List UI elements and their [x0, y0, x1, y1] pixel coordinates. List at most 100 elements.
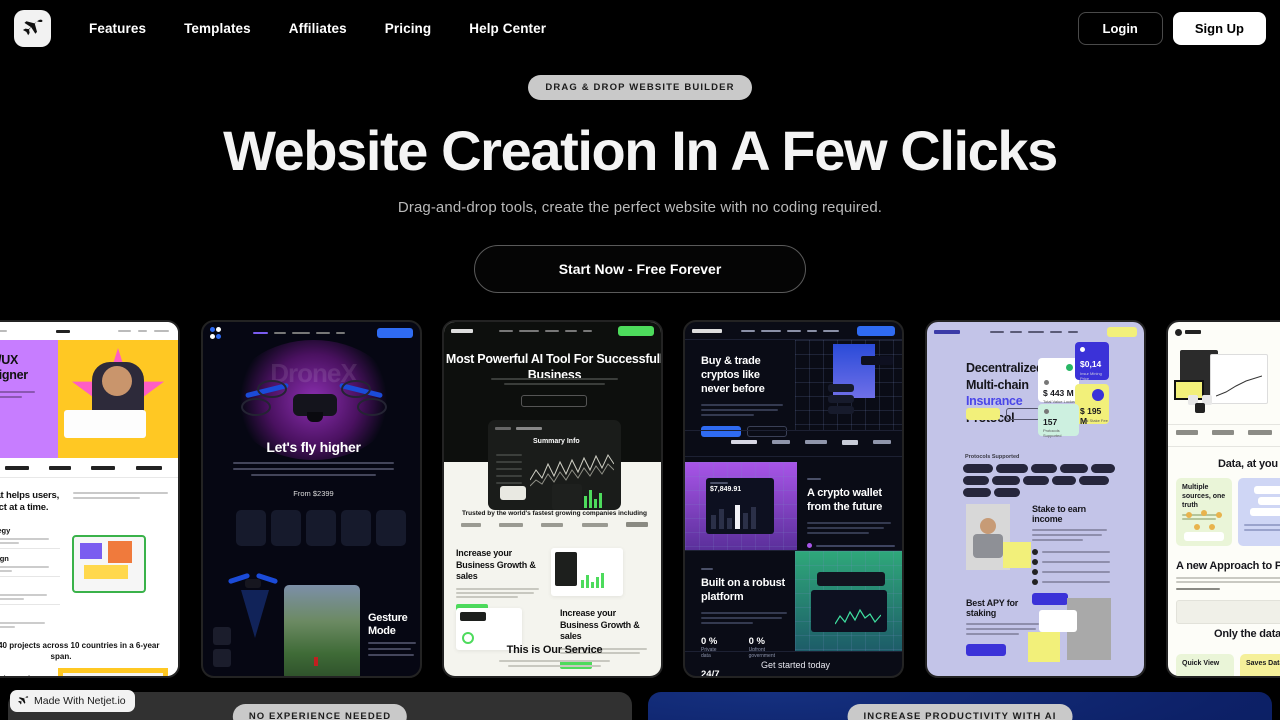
only-heading: Only the data	[1214, 628, 1280, 640]
price-label: From $2399	[293, 489, 334, 498]
template-headline: ative UI/UX raction igner	[0, 353, 28, 382]
template-card-ai-business[interactable]: Most Powerful AI Tool For Successfull Bu…	[442, 320, 663, 678]
drone-illustration	[241, 374, 387, 434]
template-card-crypto[interactable]: Buy & trade cryptos like never before $7…	[683, 320, 904, 678]
template-gallery: ative UI/UX raction igner	[0, 320, 1280, 678]
footer-cta: Get started today	[760, 660, 831, 670]
no-experience-badge: NO EXPERIENCE NEEDED	[232, 704, 408, 720]
list-item	[963, 488, 991, 497]
feature-card: Quick View	[1176, 654, 1234, 676]
brand-logos	[444, 522, 661, 527]
list-item	[1023, 476, 1049, 485]
preview-cta-button	[521, 395, 587, 407]
list-item	[992, 476, 1020, 485]
nav-item-affiliates[interactable]: Affiliates	[289, 21, 347, 36]
stat-item: 24/7 Dedicated support	[701, 669, 720, 676]
list-item	[376, 510, 406, 546]
drone-beam	[241, 590, 269, 638]
signup-button[interactable]: Sign Up	[1172, 11, 1266, 45]
section-heading: Increase your Business Growth & sales	[456, 548, 536, 582]
start-now-button[interactable]: Start Now - Free Forever	[474, 245, 806, 294]
template-preview: ative UI/UX raction igner	[0, 322, 178, 676]
stake-heading: Stake to earn income	[1032, 504, 1086, 524]
section-heading: Increase your Business Growth & sales	[559, 608, 640, 642]
feature-card: Multiple sources, one truth	[1176, 478, 1232, 546]
kpi-card: $ 195 M Total Stake Fee	[1075, 384, 1109, 426]
dashboard-title: Summary Info	[533, 438, 580, 445]
logo-button[interactable]	[14, 9, 51, 47]
stat-line: Features 40 projects across 10 countries…	[0, 640, 160, 661]
mini-nav	[927, 322, 1144, 342]
feature-card: Saves Data	[1240, 654, 1280, 676]
trusted-line: Trusted by the world's fastest growing c…	[461, 510, 647, 517]
sparkline	[835, 608, 881, 625]
mini-nav	[444, 322, 661, 340]
list-item	[1060, 464, 1088, 473]
template-card-uiux[interactable]: ative UI/UX raction igner	[0, 320, 180, 678]
preview-hero: ative UI/UX raction igner	[0, 340, 178, 458]
nav-item-pricing[interactable]: Pricing	[385, 21, 431, 36]
template-card-dronex[interactable]: DroneX Let's fly higher From $2399 Gestu…	[201, 320, 422, 678]
brand-logos	[685, 440, 902, 445]
nav-links: Features Templates Affiliates Pricing He…	[89, 21, 584, 36]
brand-logos	[1176, 430, 1280, 435]
kpi-card: $0,14 Insur Mining Price	[1075, 342, 1109, 381]
nav-item-features[interactable]: Features	[89, 21, 146, 36]
nav-item-help-center[interactable]: Help Center	[469, 21, 546, 36]
login-button[interactable]: Login	[1077, 11, 1163, 45]
list-item	[1031, 464, 1057, 473]
list-item: Design strategy	[0, 521, 60, 549]
brand-logos	[0, 458, 178, 478]
list-item	[1079, 476, 1109, 485]
scene-photo	[284, 585, 360, 676]
approach-heading: A new Approach to Plat	[1176, 560, 1280, 572]
made-with-badge[interactable]: Made With Netjet.io	[10, 690, 135, 712]
preview-primary-button	[701, 426, 741, 438]
list-item: Website design	[0, 549, 60, 577]
hero-subtitle: Drag-and-drop tools, create the perfect …	[397, 199, 883, 217]
jet-plane-icon	[17, 695, 29, 707]
made-with-label: Made With Netjet.io	[34, 695, 126, 707]
template-preview: DroneX Let's fly higher From $2399 Gestu…	[203, 322, 420, 676]
list-item	[1091, 464, 1115, 473]
feature-list	[236, 510, 406, 546]
list-item	[236, 510, 266, 546]
stat-item: 0 % Private data	[701, 636, 718, 660]
template-card-data-platform[interactable]: Data, at you Multiple sources, one truth	[1166, 320, 1280, 678]
template-preview: Buy & trade cryptos like never before $7…	[685, 322, 902, 676]
nav-item-templates[interactable]: Templates	[184, 21, 251, 36]
service-heading: This is Our Service	[506, 644, 603, 656]
list-item	[996, 464, 1028, 473]
list-item	[994, 488, 1020, 497]
mini-nav	[1168, 322, 1280, 342]
apy-heading: Best APY for staking	[966, 598, 1019, 618]
protocol-chip-list	[963, 464, 1115, 497]
platform-heading: Built on a robust platform	[701, 577, 785, 604]
nav-actions: Login Sign Up	[1077, 11, 1266, 45]
bottom-panel-right: INCREASE PRODUCTIVITY WITH AI	[648, 692, 1272, 720]
feature-card	[1238, 478, 1280, 546]
template-preview: Decentralized Multi-chain Insurance Prot…	[927, 322, 1144, 676]
line-chart	[1216, 375, 1262, 397]
list-item: Branding	[0, 605, 60, 632]
top-navigation-bar: Features Templates Affiliates Pricing He…	[0, 0, 1280, 56]
template-card-defi-insurance[interactable]: Decentralized Multi-chain Insurance Prot…	[925, 320, 1146, 678]
kpi-card: 157 Protocols Supported	[1038, 404, 1079, 438]
landing-page: Features Templates Affiliates Pricing He…	[0, 0, 1280, 720]
list-item	[306, 510, 336, 546]
list-item: UI/UX design	[0, 577, 60, 605]
stat-item: 0 % Upfront government	[748, 636, 775, 660]
jet-plane-icon	[21, 17, 44, 40]
hero-section: DRAG & DROP WEBSITE BUILDER Website Crea…	[0, 56, 1280, 294]
mini-nav	[0, 322, 178, 340]
wallet-heading: A crypto wallet from the future	[807, 487, 883, 514]
list-item	[1052, 476, 1076, 485]
page-title: Website Creation In A Few Clicks	[223, 119, 1058, 182]
list-item	[341, 510, 371, 546]
ai-productivity-badge: INCREASE PRODUCTIVITY WITH AI	[847, 704, 1073, 720]
template-preview: Most Powerful AI Tool For Successfull Bu…	[444, 322, 661, 676]
protocols-label: Protocols Supported	[965, 454, 1020, 460]
template-headline: Let's fly higher	[266, 439, 361, 455]
section-heading: Design that helps users, one product at …	[0, 490, 60, 513]
section-heading: Data, at you	[1218, 458, 1278, 470]
